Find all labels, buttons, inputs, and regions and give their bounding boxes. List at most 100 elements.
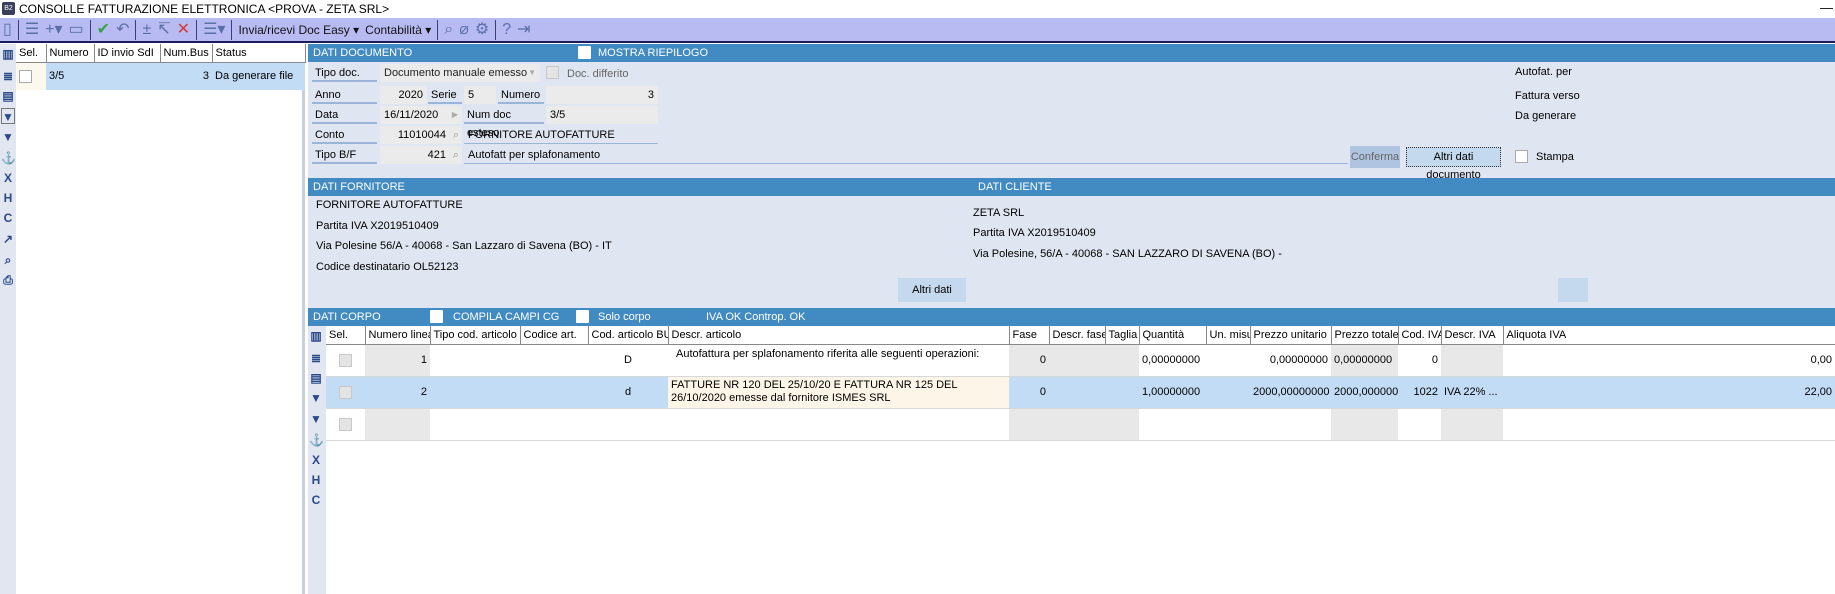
row-checkbox[interactable]: [339, 385, 352, 399]
altri-dati-cliente-button[interactable]: [1558, 278, 1588, 302]
cell-descr-fase[interactable]: [1049, 344, 1105, 377]
cell-tipo-cod-articolo[interactable]: [430, 376, 520, 409]
col-descr-fase[interactable]: Descr. fase: [1049, 326, 1106, 345]
export-c-icon[interactable]: C: [1, 210, 15, 226]
row-checkbox[interactable]: [339, 417, 352, 431]
cell-sel[interactable]: [326, 344, 365, 377]
mostra-riepilogo-checkbox[interactable]: [578, 46, 591, 59]
doc-differito-checkbox[interactable]: [546, 66, 559, 79]
folder-icon[interactable]: ▭: [69, 20, 84, 40]
cell-descr-articolo[interactable]: FATTURE NR 120 DEL 25/10/20 E FATTURA NR…: [668, 376, 1009, 409]
cell-quantita[interactable]: [1139, 408, 1206, 441]
cell-codice-art[interactable]: [520, 376, 588, 409]
cell-un-misura[interactable]: [1206, 408, 1250, 441]
cell-descr-fase[interactable]: [1049, 408, 1105, 441]
columns-icon[interactable]: ▥: [1, 46, 15, 62]
col-num-bus[interactable]: Num.Bus: [160, 44, 213, 63]
table-row[interactable]: 1 D Autofattura per splafonamento riferita…: [326, 344, 1835, 377]
export-x-icon[interactable]: X: [309, 452, 323, 468]
cell-un-misura[interactable]: [1206, 376, 1250, 409]
cell-fase[interactable]: 0: [1009, 344, 1049, 377]
col-sel[interactable]: Sel.: [326, 326, 366, 345]
export-x-icon[interactable]: X: [1, 170, 15, 186]
cell-prezzo-unitario[interactable]: [1250, 408, 1331, 441]
cell-un-misura[interactable]: [1206, 344, 1250, 377]
cell-cod-iva[interactable]: [1398, 408, 1441, 441]
new-list-icon[interactable]: ☰: [25, 20, 39, 40]
search-icon[interactable]: ⌕: [453, 146, 459, 164]
cell-cod-iva[interactable]: 0: [1398, 344, 1441, 377]
conferma-button[interactable]: Conferma: [1350, 146, 1400, 168]
contabilita-menu[interactable]: Contabilità ▾: [365, 23, 431, 37]
invia-ricevi-menu[interactable]: Invia/ricevi Doc Easy ▾: [238, 23, 359, 37]
compila-campi-cg-checkbox[interactable]: [430, 310, 443, 323]
col-numero[interactable]: Numero: [46, 44, 95, 63]
export-c-icon[interactable]: C: [309, 492, 323, 508]
cell-descr-iva[interactable]: IVA 22% ...: [1441, 376, 1503, 409]
settings-gears-icon[interactable]: ⚙: [475, 20, 489, 40]
list-icon[interactable]: ≣: [1, 68, 15, 84]
cell-prezzo-totale[interactable]: 2000,000000...: [1331, 376, 1398, 409]
cell-sel[interactable]: [326, 376, 365, 409]
table-row[interactable]: [326, 408, 1835, 441]
cell-cod-articolo-bus[interactable]: D: [588, 344, 668, 377]
conto-field[interactable]: 11010044 ⌕: [380, 126, 462, 144]
panel-icon[interactable]: ▯: [3, 20, 12, 40]
export-h-icon[interactable]: H: [1, 190, 15, 206]
tipo-doc-select[interactable]: Documento manuale emesso ▼: [380, 64, 540, 82]
cell-taglia[interactable]: [1105, 344, 1139, 377]
filter-clear-icon[interactable]: ▼: [1, 129, 15, 145]
cell-tipo-cod-articolo[interactable]: [430, 408, 520, 441]
cell-prezzo-unitario[interactable]: 0,00000000: [1250, 344, 1331, 377]
cell-fase[interactable]: [1009, 408, 1049, 441]
cell-quantita[interactable]: 1,00000000: [1139, 376, 1206, 409]
col-numero-linea[interactable]: Numero linea: [365, 326, 431, 345]
filter-icon[interactable]: ▼: [309, 390, 323, 406]
table-icon[interactable]: ▤: [309, 370, 323, 386]
exit-icon[interactable]: ⇥: [517, 20, 530, 40]
altri-dati-fornitore-button[interactable]: Altri dati: [898, 278, 966, 302]
cell-descr-iva[interactable]: [1441, 408, 1503, 441]
cell-cod-articolo-bus[interactable]: [588, 408, 668, 441]
anno-field[interactable]: 2020: [380, 86, 427, 104]
cell-numero-linea[interactable]: 2: [365, 376, 430, 409]
numero-field[interactable]: 3: [546, 86, 658, 104]
col-cod-iva[interactable]: Cod. IVA: [1398, 326, 1442, 345]
cell-prezzo-totale[interactable]: 0,00000000: [1331, 344, 1398, 377]
cell-descr-iva[interactable]: [1441, 344, 1503, 377]
col-prezzo-totale[interactable]: Prezzo totale: [1331, 326, 1399, 345]
col-aliquota-iva[interactable]: Aliquota IVA: [1503, 326, 1835, 345]
undo-icon[interactable]: ↶: [116, 20, 129, 40]
columns-icon[interactable]: ▥: [309, 328, 323, 344]
list-icon[interactable]: ≣: [309, 350, 323, 366]
preview-icon[interactable]: ⌕: [1, 252, 15, 268]
cell-codice-art[interactable]: [520, 344, 588, 377]
insert-row-icon[interactable]: ±: [142, 20, 151, 40]
export-h-icon[interactable]: H: [309, 472, 323, 488]
col-descr-articolo[interactable]: Descr. articolo: [668, 326, 1010, 345]
cell-descr-articolo[interactable]: Autofattura per splafonamento riferita a…: [668, 344, 1009, 377]
cell-sel[interactable]: [326, 408, 365, 441]
cell-taglia[interactable]: [1105, 408, 1139, 441]
data-field[interactable]: 16/11/2020 ▶: [380, 106, 462, 124]
cell-aliquota-iva[interactable]: [1503, 408, 1835, 441]
col-status[interactable]: Status: [212, 44, 306, 63]
filter-clear-icon[interactable]: ▼: [309, 411, 323, 427]
col-cod-articolo-bus[interactable]: Cod. articolo BUS: [588, 326, 669, 345]
attachment-icon[interactable]: ⌀: [459, 20, 469, 40]
cell-numero-linea[interactable]: [365, 408, 430, 441]
table-row[interactable]: 3/5 3 Da generare file: [16, 62, 305, 90]
stampa-checkbox[interactable]: [1515, 150, 1528, 163]
cell-cod-articolo-bus[interactable]: d: [588, 376, 668, 409]
row-checkbox[interactable]: [339, 353, 352, 367]
search-icon[interactable]: ⌕: [453, 126, 459, 144]
cell-aliquota-iva[interactable]: 0,00: [1503, 344, 1835, 377]
col-tipo-cod-articolo[interactable]: Tipo cod. articolo: [430, 326, 521, 345]
cell-tipo-cod-articolo[interactable]: [430, 344, 520, 377]
col-sel[interactable]: Sel.: [16, 44, 47, 63]
cell-descr-articolo[interactable]: [668, 408, 1009, 441]
cell-prezzo-totale[interactable]: [1331, 408, 1398, 441]
col-quantita[interactable]: Quantità: [1139, 326, 1207, 345]
anchor-icon[interactable]: ⚓: [1, 150, 16, 166]
tipo-bf-field[interactable]: 421 ⌕: [380, 146, 462, 164]
